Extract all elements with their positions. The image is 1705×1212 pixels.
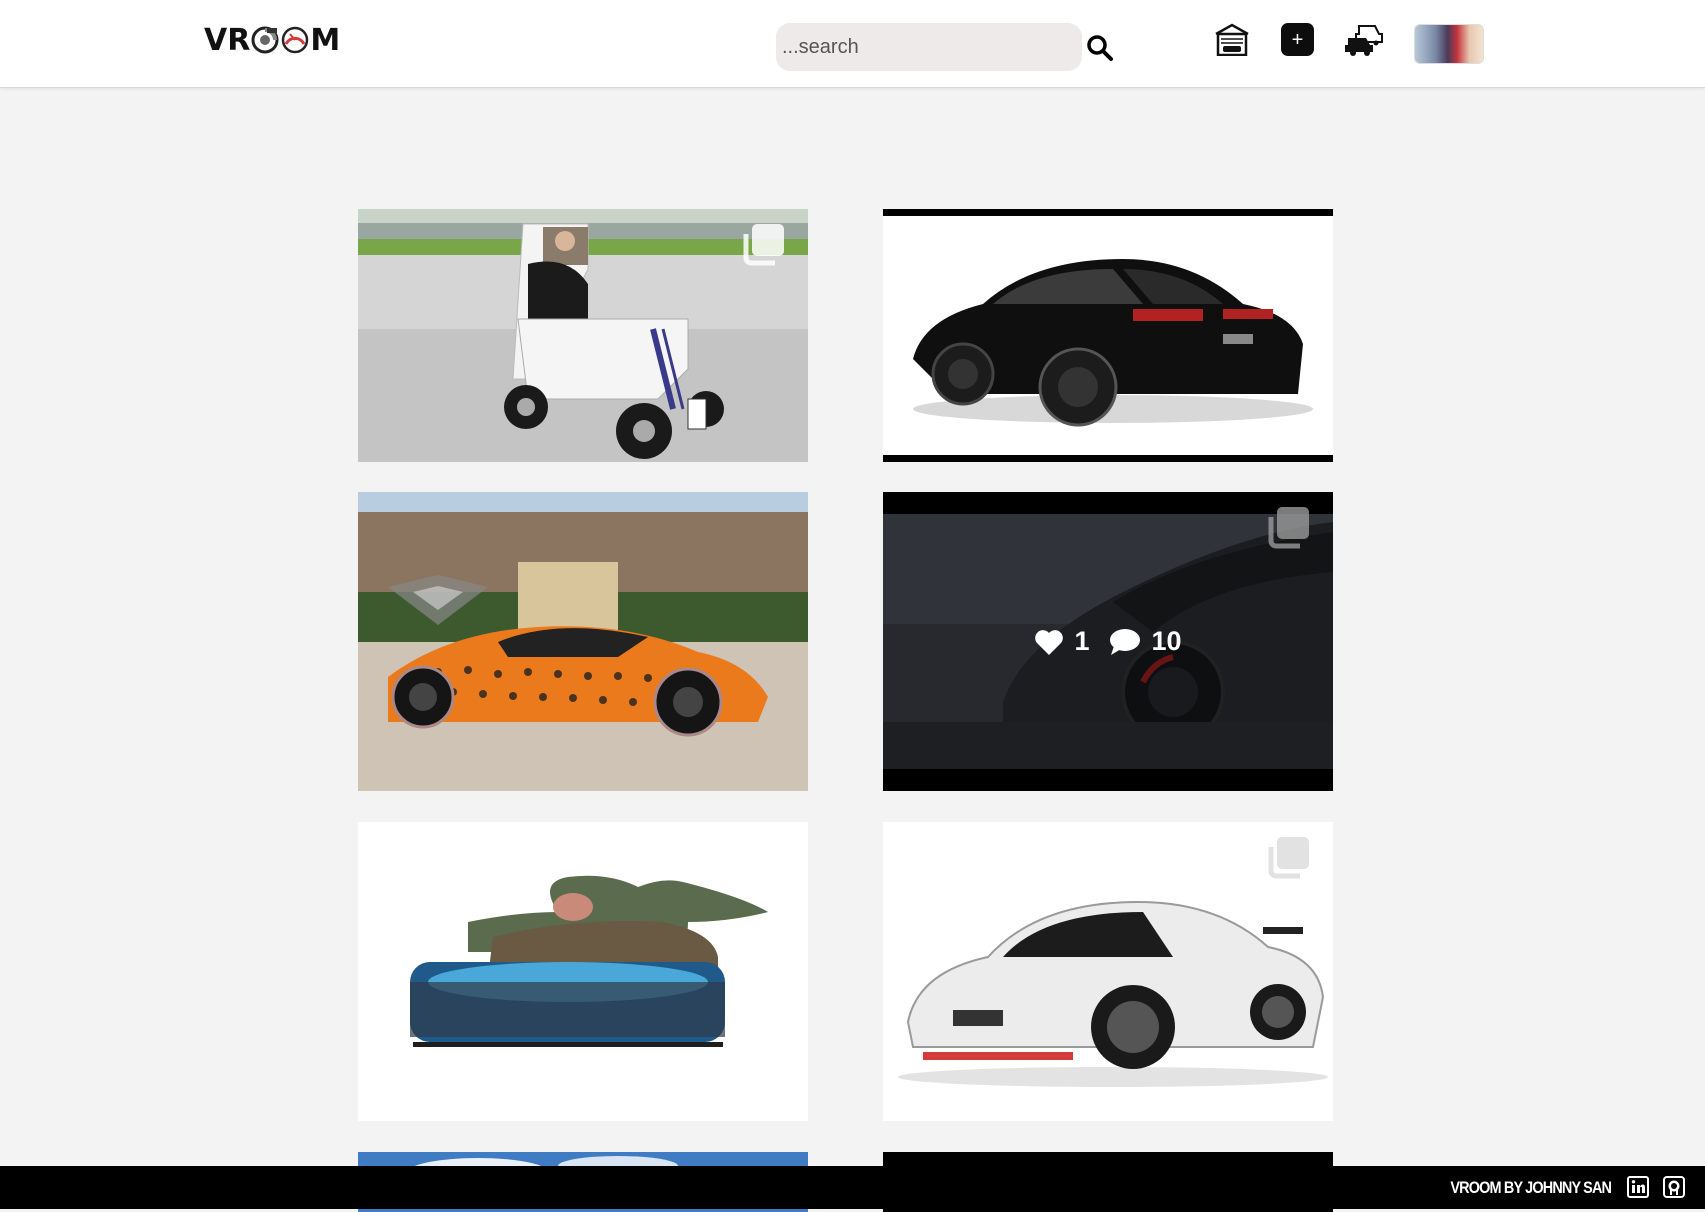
post-image [358,822,808,1121]
comments-stat: 10 [1109,626,1182,657]
user-avatar[interactable] [1414,24,1484,64]
comment-bubble-icon [1110,628,1141,655]
footer: VROOM BY JOHNNY SAN [0,1166,1705,1209]
garage-icon[interactable] [1214,22,1250,56]
turbo-gauge-icon [251,26,279,54]
logo-text-right: M [310,22,341,58]
post-card[interactable]: 1 10 [883,492,1333,791]
likes-count: 1 [1074,626,1090,656]
post-card[interactable] [358,492,808,791]
post-card[interactable] [358,209,808,462]
post-card[interactable] [883,822,1333,1121]
comments-count: 10 [1151,626,1182,656]
multiple-images-icon [743,224,784,266]
footer-credit: VROOM BY JOHNNY SAN [1450,1178,1612,1197]
github-icon[interactable] [1663,1176,1685,1198]
multiple-images-icon [1268,507,1309,549]
vroom-logo[interactable]: VR M [204,22,340,58]
add-post-button[interactable]: + [1281,23,1314,56]
search-input[interactable] [776,23,1082,71]
speedometer-icon [282,26,309,54]
post-card[interactable] [358,822,808,1121]
post-card[interactable] [883,209,1333,462]
multiple-images-icon [1268,837,1309,879]
top-navbar: VR M + [0,0,1705,88]
logo-text-left: VR [204,22,251,58]
traffic-cars-icon[interactable] [1345,22,1385,56]
linkedin-icon[interactable] [1627,1176,1649,1198]
post-image [358,492,808,791]
search-icon[interactable] [1085,33,1115,63]
heart-icon [1035,629,1064,655]
likes-stat: 1 [1034,626,1089,657]
plus-icon: + [1291,28,1304,51]
post-image [883,216,1333,455]
